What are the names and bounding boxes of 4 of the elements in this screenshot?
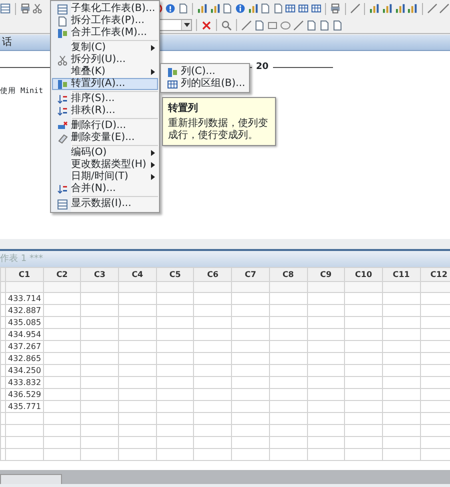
tooltip-text: 重新排列数据，使列变成行，使行变成列。 (168, 118, 269, 142)
session-header: 20 (256, 61, 269, 74)
worksheet-title: 作表 1 *** (0, 249, 450, 267)
tooltip-title: 转置列 (168, 102, 199, 116)
